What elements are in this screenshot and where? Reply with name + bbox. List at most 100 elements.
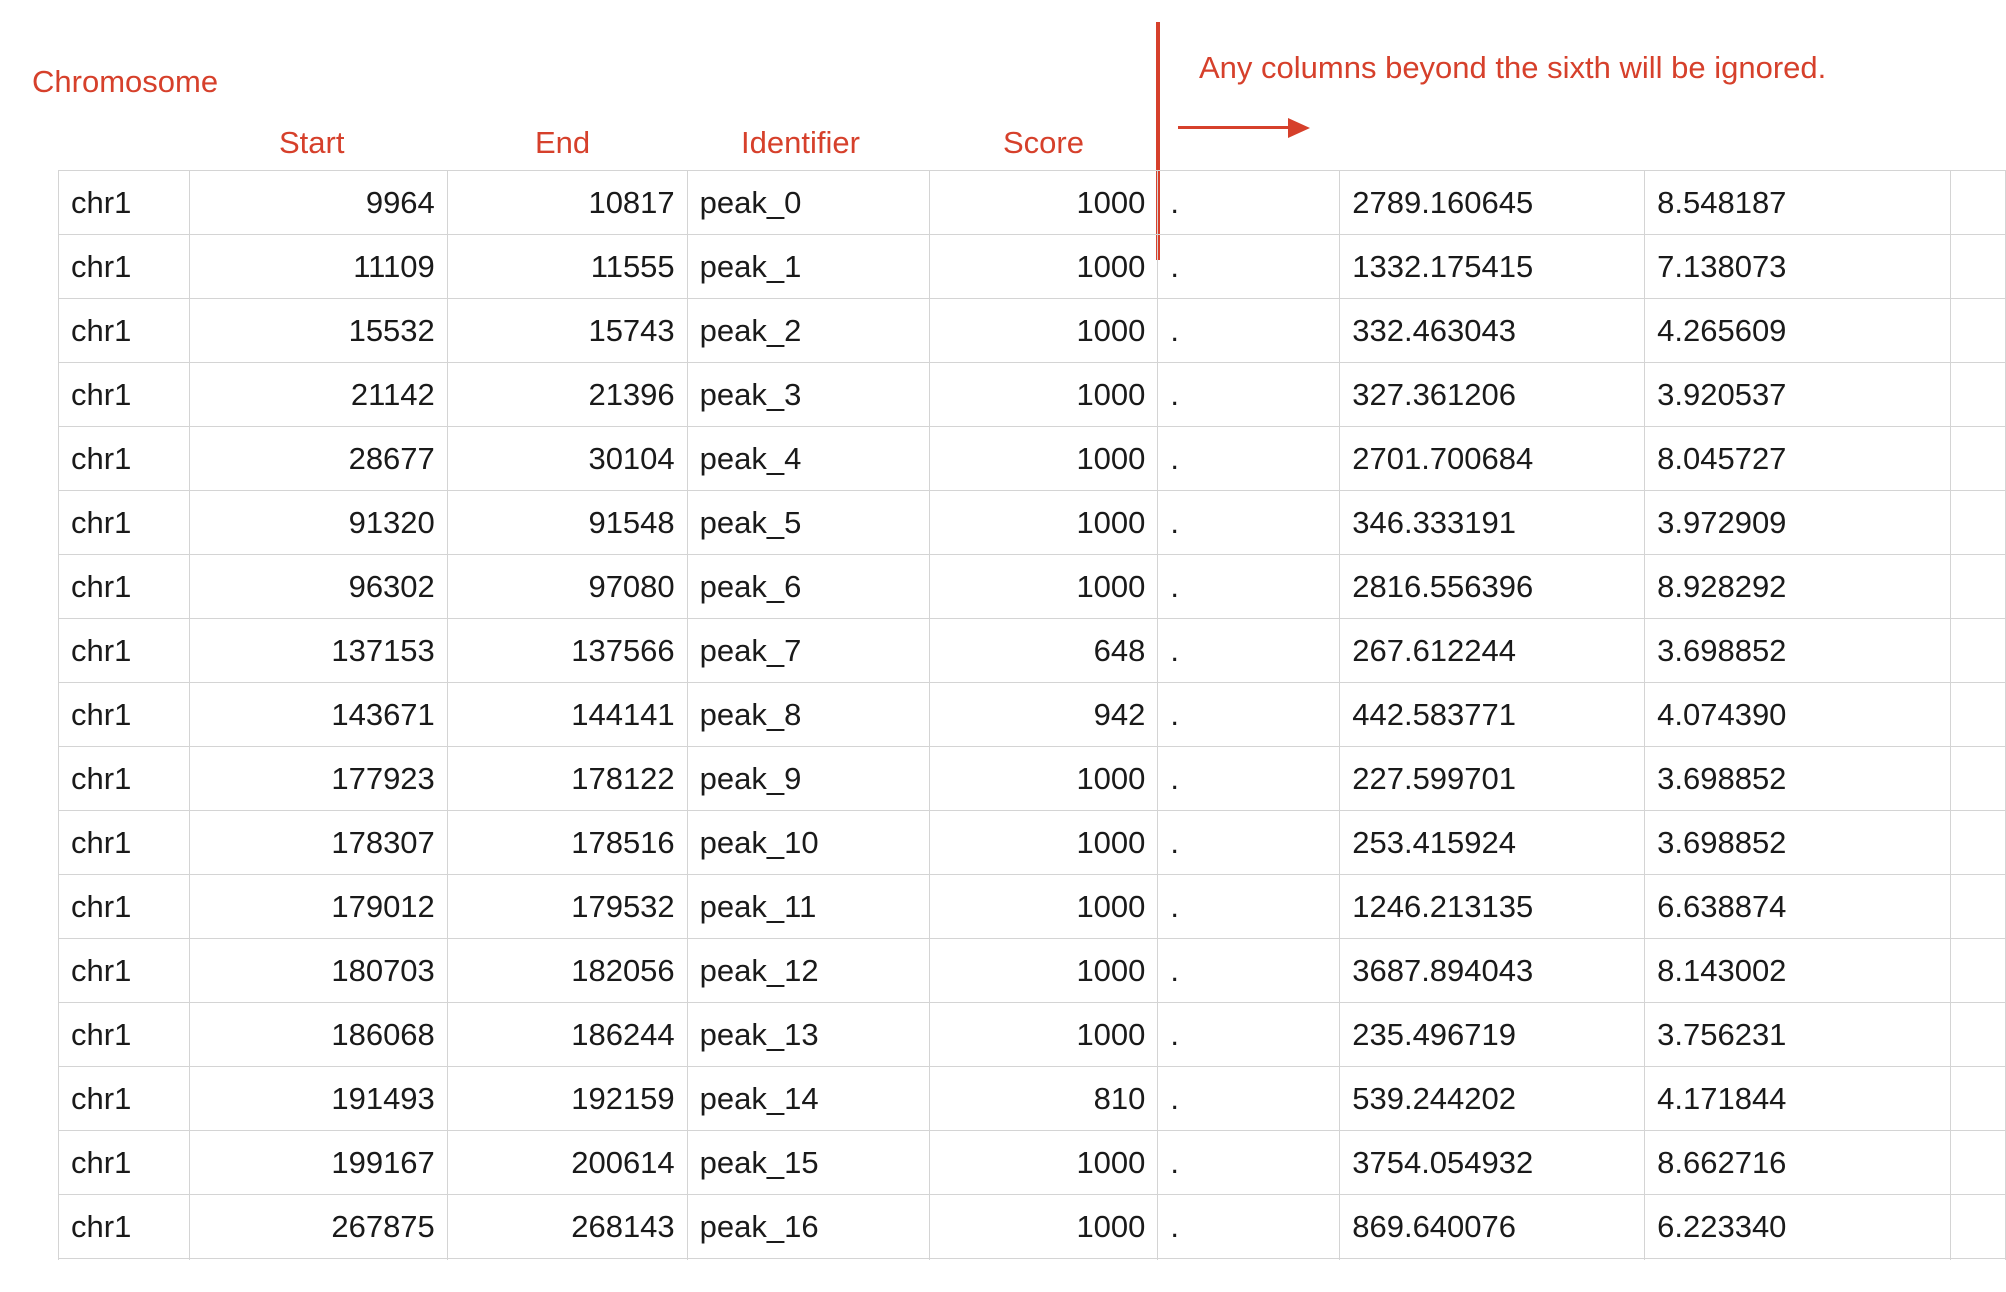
end-cell[interactable]: 15743 [447,298,688,363]
chromosome-cell[interactable]: chr1 [58,1194,190,1259]
score-cell[interactable]: 1000 [929,362,1159,427]
start-cell[interactable]: 267875 [189,1194,448,1259]
score-cell[interactable]: 1000 [929,1130,1159,1195]
start-cell[interactable]: 28677 [189,426,448,491]
end-cell[interactable]: 11555 [447,234,688,299]
chromosome-cell[interactable]: chr1 [58,618,190,683]
empty-cell[interactable] [1950,746,2006,811]
signal-cell[interactable]: 3754.054932 [1339,1130,1646,1195]
identifier-cell[interactable]: peak_15 [687,1130,930,1195]
score-cell[interactable]: 1000 [929,298,1159,363]
chromosome-cell[interactable]: chr1 [58,426,190,491]
end-cell[interactable]: 186244 [447,1002,688,1067]
pvalue-cell[interactable]: 6.223340 [1644,1194,1951,1259]
score-cell[interactable]: 1000 [929,554,1159,619]
strand-cell[interactable]: . [1157,234,1341,299]
end-cell[interactable]: 192159 [447,1066,688,1131]
end-cell[interactable]: 178122 [447,746,688,811]
pvalue-cell[interactable]: 3.698852 [1644,618,1951,683]
pvalue-cell[interactable]: 4.171844 [1644,1066,1951,1131]
identifier-cell[interactable]: peak_16 [687,1194,930,1259]
signal-cell[interactable]: 332.463043 [1339,298,1646,363]
start-cell[interactable]: 15532 [189,298,448,363]
strand-cell[interactable]: . [1157,810,1341,875]
score-cell[interactable]: 648 [929,618,1159,683]
empty-cell[interactable] [1950,810,2006,875]
identifier-cell[interactable]: peak_3 [687,362,930,427]
start-cell[interactable]: 199167 [189,1130,448,1195]
pvalue-cell[interactable]: 8.548187 [1644,170,1951,235]
end-cell[interactable]: 21396 [447,362,688,427]
empty-cell[interactable] [1950,170,2006,235]
strand-cell[interactable]: . [1157,298,1341,363]
empty-cell[interactable] [1950,1130,2006,1195]
identifier-cell[interactable]: peak_4 [687,426,930,491]
pvalue-cell[interactable]: 3.756231 [1644,1002,1951,1067]
chromosome-cell[interactable]: chr1 [58,554,190,619]
start-cell[interactable]: 137153 [189,618,448,683]
pvalue-cell[interactable]: 3.698852 [1644,810,1951,875]
chromosome-cell[interactable]: chr1 [58,490,190,555]
chromosome-cell[interactable]: chr1 [58,1066,190,1131]
score-cell[interactable]: 810 [929,1066,1159,1131]
start-cell[interactable]: 178307 [189,810,448,875]
empty-cell[interactable] [1950,1066,2006,1131]
empty-cell[interactable] [1950,490,2006,555]
pvalue-cell[interactable]: 7.138073 [1644,234,1951,299]
end-cell[interactable]: 182056 [447,938,688,1003]
empty-cell[interactable] [1950,938,2006,1003]
identifier-cell[interactable]: peak_10 [687,810,930,875]
pvalue-cell[interactable]: 3.972909 [1644,490,1951,555]
chromosome-cell[interactable]: chr1 [58,746,190,811]
chromosome-cell[interactable]: chr1 [58,298,190,363]
identifier-cell[interactable]: peak_0 [687,170,930,235]
empty-cell[interactable] [1950,1002,2006,1067]
end-cell[interactable]: 200614 [447,1130,688,1195]
start-cell[interactable]: 96302 [189,554,448,619]
pvalue-cell[interactable]: 6.638874 [1644,874,1951,939]
strand-cell[interactable]: . [1157,426,1341,491]
strand-cell[interactable]: . [1157,362,1341,427]
end-cell[interactable]: 91548 [447,490,688,555]
signal-cell[interactable]: 253.415924 [1339,810,1646,875]
empty-cell[interactable] [1950,682,2006,747]
start-cell[interactable]: 9964 [189,170,448,235]
end-cell[interactable]: 30104 [447,426,688,491]
chromosome-cell[interactable]: chr1 [58,810,190,875]
signal-cell[interactable]: 2789.160645 [1339,170,1646,235]
chromosome-cell[interactable]: chr1 [58,234,190,299]
end-cell[interactable]: 10817 [447,170,688,235]
score-cell[interactable]: 1000 [929,874,1159,939]
end-cell[interactable]: 144141 [447,682,688,747]
start-cell[interactable]: 186068 [189,1002,448,1067]
empty-cell[interactable] [1950,618,2006,683]
identifier-cell[interactable]: peak_7 [687,618,930,683]
chromosome-cell[interactable]: chr1 [58,874,190,939]
empty-cell[interactable] [1950,362,2006,427]
pvalue-cell[interactable]: 8.662716 [1644,1130,1951,1195]
signal-cell[interactable]: 227.599701 [1339,746,1646,811]
identifier-cell[interactable]: peak_2 [687,298,930,363]
strand-cell[interactable]: . [1157,490,1341,555]
start-cell[interactable]: 191493 [189,1066,448,1131]
signal-cell[interactable]: 235.496719 [1339,1002,1646,1067]
pvalue-cell[interactable]: 3.920537 [1644,362,1951,427]
chromosome-cell[interactable]: chr1 [58,1130,190,1195]
pvalue-cell[interactable]: 8.045727 [1644,426,1951,491]
end-cell[interactable]: 179532 [447,874,688,939]
signal-cell[interactable]: 2701.700684 [1339,426,1646,491]
strand-cell[interactable]: . [1157,1066,1341,1131]
identifier-cell[interactable]: peak_13 [687,1002,930,1067]
signal-cell[interactable]: 869.640076 [1339,1194,1646,1259]
identifier-cell[interactable]: peak_14 [687,1066,930,1131]
strand-cell[interactable]: . [1157,618,1341,683]
strand-cell[interactable]: . [1157,682,1341,747]
identifier-cell[interactable]: peak_12 [687,938,930,1003]
score-cell[interactable]: 1000 [929,490,1159,555]
score-cell[interactable]: 1000 [929,1002,1159,1067]
empty-cell[interactable] [1950,234,2006,299]
chromosome-cell[interactable]: chr1 [58,1002,190,1067]
chromosome-cell[interactable]: chr1 [58,682,190,747]
start-cell[interactable]: 21142 [189,362,448,427]
empty-cell[interactable] [1950,874,2006,939]
